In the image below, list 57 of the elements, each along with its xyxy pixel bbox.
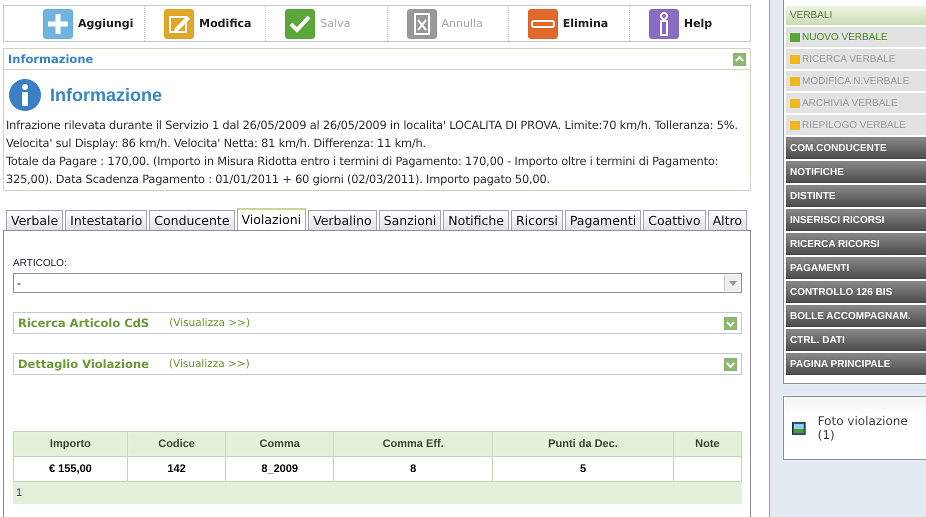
show-link[interactable]: (Visualizza >>) [169, 317, 704, 329]
pager-number[interactable]: 1 [16, 487, 22, 499]
menu-item[interactable]: BOLLE ACCOMPAGNAM. [786, 305, 926, 327]
menu-item[interactable]: NUOVO VERBALE [786, 27, 926, 47]
cancel-icon [406, 8, 438, 40]
tab[interactable]: Ricorsi [511, 210, 563, 230]
toolbar-button[interactable]: Elimina [508, 6, 630, 41]
expand-icon[interactable] [724, 316, 737, 330]
tab[interactable]: Notifiche [443, 210, 509, 230]
menu-item[interactable]: PAGINA PRINCIPALE [786, 353, 926, 375]
menu-item[interactable]: INSERISCI RICORSI [786, 209, 926, 231]
menu-item[interactable]: RICERCA RICORSI [786, 233, 926, 255]
column-header: Punti da Dec. [492, 432, 674, 456]
info-title: Informazione [50, 84, 162, 106]
toolbar-button[interactable]: Help [630, 6, 750, 41]
tab[interactable]: Sanzioni [378, 210, 442, 230]
photo-link[interactable]: Foto violazione (1) [818, 414, 926, 442]
tab[interactable]: Pagamenti [564, 210, 642, 230]
collapse-icon[interactable] [733, 52, 746, 66]
field-label: ARTICOLO: [13, 258, 68, 269]
tab[interactable]: Coattivo [643, 210, 706, 230]
info-text: Infrazione rilevata durante il Servizio 1 dal 26/05/2009 al 26/05/2009 in localita' LOCALITA DI PROVA. Limite:70 km/h. Tolleranza: 5%. Velocita' sul Display: 86 km/h. Velocita' Netta: 81 km/h. Differenza: 11 km/h. [6, 117, 739, 152]
column-header: Importo [14, 432, 128, 456]
menu-item[interactable]: NOTIFICHE [786, 161, 926, 183]
column-header: Comma [226, 432, 334, 456]
tab[interactable]: Verbale [6, 210, 64, 230]
menu-item[interactable]: PAGAMENTI [786, 257, 926, 279]
info-icon [648, 8, 680, 40]
menu-item[interactable]: CTRL. DATI [786, 329, 926, 351]
column-header: Note [673, 432, 742, 456]
section-title: Dettaglio Violazione [18, 357, 149, 371]
panel-header: Informazione [8, 52, 94, 66]
expand-icon[interactable] [724, 358, 737, 370]
tab[interactable]: Violazioni [236, 208, 306, 230]
menu-item[interactable]: CONTROLLO 126 BIS [786, 281, 926, 303]
column-header: Comma Eff. [334, 432, 493, 456]
image-icon [792, 422, 806, 434]
menu-item[interactable]: COM.CONDUCENTE [786, 137, 926, 159]
menu-item[interactable]: DISTINTE [786, 185, 926, 207]
tab[interactable]: Altro [708, 210, 748, 230]
articolo-dropdown[interactable]: - [13, 273, 742, 293]
tab[interactable]: Verbalino [308, 210, 377, 230]
menu-header: VERBALI [786, 6, 926, 25]
minus-icon [526, 8, 559, 40]
info-icon [8, 78, 42, 112]
section-title: Ricerca Articolo CdS [18, 316, 150, 330]
column-header: Codice [127, 432, 226, 456]
show-link[interactable]: (Visualizza >>) [168, 358, 704, 370]
add-icon [42, 8, 74, 40]
toolbar-button[interactable]: Aggiungi [24, 6, 146, 41]
tab[interactable]: Intestatario [65, 210, 148, 230]
info-text: Totale da Pagare : 170,00. (Importo in Misura Ridotta entro i termini di Pagamento: 170,00 - Importo oltre i termini di Pagamento: 325,00). Data Scadenza Pagamento : 01/01/2011 + 60 giorni (02/03/2011). Importo pagato 50,00. [6, 153, 720, 188]
edit-icon [163, 8, 196, 40]
toolbar-button[interactable]: Modifica [145, 6, 266, 41]
caret-icon [729, 280, 737, 286]
tab[interactable]: Conducente [149, 210, 235, 230]
checkmark-icon [284, 8, 316, 40]
